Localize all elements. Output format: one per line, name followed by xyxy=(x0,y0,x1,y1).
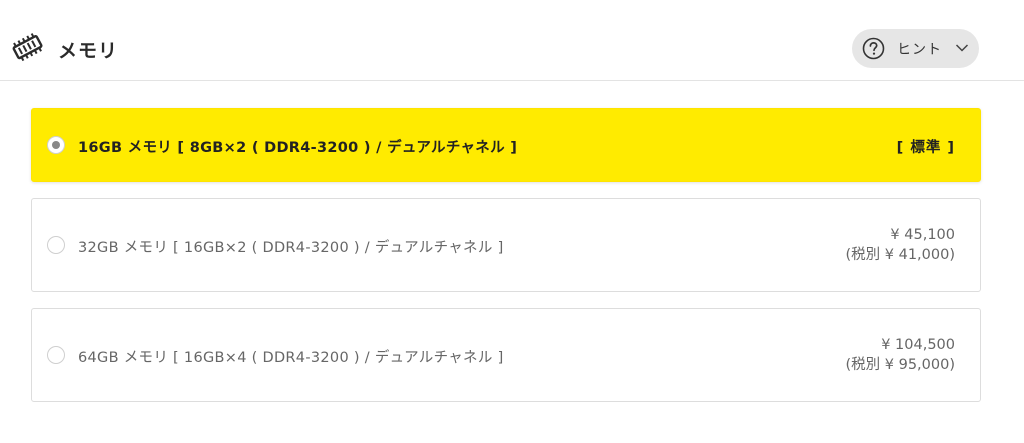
radio-button-32gb[interactable] xyxy=(47,236,65,254)
section-title: メモリ xyxy=(58,40,119,62)
memory-option-16gb[interactable]: 16GB メモリ [ 8GB×2 ( DDR4-3200 ) / デュアルチャネ… xyxy=(31,108,981,182)
price-excl-tax: (税別 ¥ 41,000) xyxy=(845,247,956,263)
radio-button-16gb[interactable] xyxy=(47,136,65,154)
option-price: ¥ 45,100 (税別 ¥ 41,000) xyxy=(846,225,956,265)
hint-label: ヒント xyxy=(897,42,942,58)
price-incl-tax: ¥ 104,500 xyxy=(881,337,955,353)
memory-option-64gb[interactable]: 64GB メモリ [ 16GB×4 ( DDR4-3200 ) / デュアルチャ… xyxy=(31,308,981,402)
option-price: ¥ 104,500 (税別 ¥ 95,000) xyxy=(846,335,956,375)
price-incl-tax: ¥ 45,100 xyxy=(890,227,955,243)
hint-button[interactable]: ヒント xyxy=(852,29,979,68)
price-excl-tax: (税別 ¥ 95,000) xyxy=(845,357,956,373)
question-circle-icon xyxy=(862,37,885,60)
option-label: 64GB メモリ [ 16GB×4 ( DDR4-3200 ) / デュアルチャ… xyxy=(78,350,504,366)
memory-option-32gb[interactable]: 32GB メモリ [ 16GB×2 ( DDR4-3200 ) / デュアルチャ… xyxy=(31,198,981,292)
chevron-down-icon xyxy=(955,44,969,52)
radio-selected-dot xyxy=(52,141,60,149)
memory-chip-icon xyxy=(12,33,43,62)
section-header: メモリ ヒント xyxy=(0,0,1024,81)
radio-button-64gb[interactable] xyxy=(47,346,65,364)
option-label: 32GB メモリ [ 16GB×2 ( DDR4-3200 ) / デュアルチャ… xyxy=(78,240,504,256)
standard-badge: [ 標準 ] xyxy=(896,140,955,156)
option-label: 16GB メモリ [ 8GB×2 ( DDR4-3200 ) / デュアルチャネ… xyxy=(78,140,518,156)
